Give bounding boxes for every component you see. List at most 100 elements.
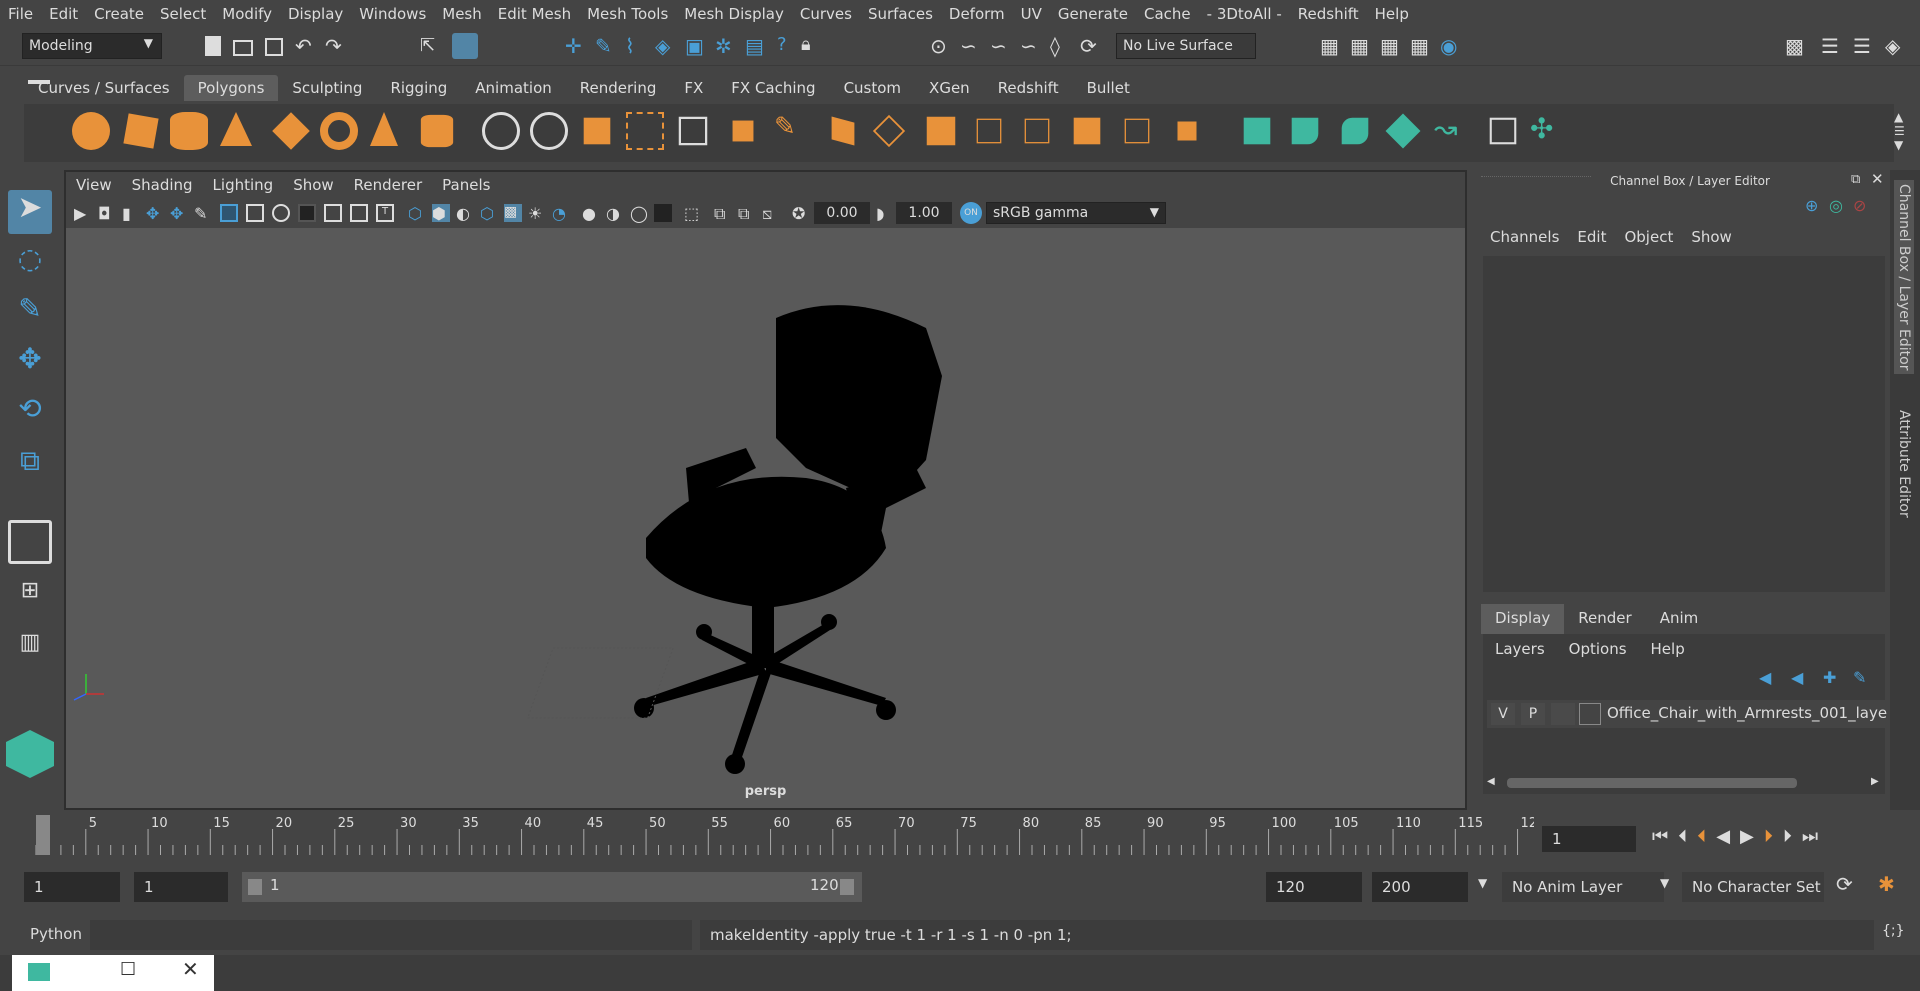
depth-of-field-icon[interactable] [654,204,672,222]
paint-select-icon[interactable]: ∽ [1020,34,1037,58]
remesh-icon[interactable] [732,120,754,142]
menu-item[interactable]: Create [86,5,152,23]
poly-cylinder-icon[interactable] [170,112,208,150]
shelf-tab[interactable]: Polygons [183,75,279,101]
char-set-chevron-icon[interactable]: ▼ [1660,876,1669,890]
hypershade-icon[interactable]: ◉ [1440,34,1457,58]
motion-blur-icon[interactable]: ◑ [606,204,624,223]
go-to-end-icon[interactable]: ⏭ [1802,826,1818,852]
play-forward-icon[interactable]: ▶ [1740,826,1754,852]
grease-pencil-icon[interactable]: ✎ [194,204,212,223]
menu-item[interactable]: Cache [1136,5,1199,23]
help-icon[interactable]: ? [777,34,787,55]
command-language[interactable]: Python [30,925,82,943]
modeling-toolkit-icon[interactable]: ▩ [1785,34,1804,58]
camera-icon[interactable]: ▶ [74,204,92,223]
menu-item[interactable]: Mesh Tools [579,5,676,23]
anim-layer-dropdown[interactable]: No Anim Layer [1502,872,1664,902]
mirror-icon[interactable] [583,117,611,145]
append-icon[interactable] [976,118,1002,144]
scroll-right-icon[interactable]: ▶ [1871,776,1879,787]
colorspace-dropdown[interactable]: sRGB gamma ▼ [986,202,1166,224]
poly-torus-icon[interactable] [320,112,358,150]
undo-icon[interactable]: ↶ [295,34,312,58]
maya-mini-icon[interactable] [28,963,50,981]
snap-point-icon[interactable]: ⌇ [625,34,635,58]
poly-sphere-icon[interactable] [72,112,110,150]
attribute-editor-side-tab[interactable]: Attribute Editor [1894,406,1914,522]
scene-end-field[interactable]: 200 [1372,872,1468,902]
layer-row[interactable]: V P Office_Chair_with_Armrests_001_laye [1487,700,1887,728]
color-management-icon[interactable]: ON [960,202,982,224]
image-plane-icon[interactable]: ✥ [146,204,164,223]
visibility-toggle[interactable]: V [1491,703,1515,725]
auto-key-icon[interactable]: ⟳ [1836,872,1853,896]
speed-icon[interactable]: ◎ [1829,196,1843,215]
menu-item[interactable]: Edit [41,5,86,23]
combine-icon[interactable] [482,112,520,150]
shelf-tab[interactable]: Curves / Surfaces [24,75,184,101]
open-scene-icon[interactable] [233,40,253,56]
magnet-icon[interactable]: ⊙ [930,34,947,58]
use-defaults-icon[interactable]: ⧅ [762,204,780,223]
poly-cone-icon[interactable] [220,112,252,146]
manipulator-icon[interactable]: ⊕ [1805,196,1818,215]
exposure-field[interactable]: 0.00 [814,202,870,224]
snap-vertex-icon[interactable]: ✲ [715,34,732,58]
select-object-icon[interactable] [452,33,478,59]
render-settings-icon[interactable]: ▦ [1410,34,1429,58]
layer-tab[interactable]: Anim [1646,604,1713,634]
restore-icon[interactable]: ☐ [120,959,136,980]
playback-end-field[interactable]: 120 [1266,872,1362,902]
viewport-menu-item[interactable]: Panels [432,176,500,194]
layer-menu-item[interactable]: Options [1557,640,1639,658]
viewport-menu-item[interactable]: Lighting [203,176,284,194]
menu-item[interactable]: UV [1013,5,1050,23]
resolution-gate-icon[interactable] [272,204,290,222]
shelf-scroll-icon[interactable]: ▲ ☰ ▼ [1894,110,1905,152]
xray-joints-icon[interactable]: ⧉ [714,204,732,223]
paint-select-tool-icon[interactable]: ✎ [8,292,52,336]
shelf-tab[interactable]: Redshift [984,75,1073,101]
viewport-menu-item[interactable]: Renderer [344,176,432,194]
menu-item[interactable]: Surfaces [860,5,941,23]
rotate-tool-icon[interactable]: ⟲ [8,392,52,436]
poly-plane-icon[interactable] [272,112,310,150]
anim-prefs-icon[interactable]: ✱ [1878,872,1895,896]
bridge-icon[interactable] [872,114,906,148]
bevel-icon[interactable] [926,116,956,146]
office-chair-model[interactable] [634,305,942,774]
script-editor-icon[interactable]: {;} [1882,923,1905,939]
lasso-tool-icon[interactable]: ◌ [8,242,52,286]
uv-unfold-icon[interactable]: ↝ [1434,112,1472,150]
playback-toggle[interactable]: P [1521,703,1545,725]
uv-cylindrical-icon[interactable] [1291,117,1319,145]
exposure-icon[interactable]: ✪ [792,204,810,223]
2d-pan-icon[interactable]: ✥ [170,204,188,223]
uv-layout-icon[interactable]: ✣ [1530,112,1568,150]
channel-box-icon[interactable]: ◈ [1885,34,1900,58]
menu-item[interactable]: Help [1367,5,1417,23]
snap-grid-icon[interactable]: ✛ [565,34,582,58]
menu-item[interactable]: Deform [941,5,1013,23]
channel-box-menu-item[interactable]: Object [1624,228,1683,252]
save-scene-icon[interactable] [265,38,283,56]
scene-canvas[interactable] [66,228,1465,808]
current-time-marker[interactable] [36,815,50,855]
time-slider[interactable]: 1510152025303540455055606570758085909510… [24,815,1537,855]
menu-item[interactable]: Curves [792,5,860,23]
menu-item[interactable]: Mesh Display [676,5,792,23]
scale-tool-icon[interactable]: ⧉ [8,444,52,488]
scroll-thumb[interactable] [1507,778,1797,788]
range-end-handle[interactable] [840,879,854,895]
ambient-occlusion-icon[interactable]: ● [582,204,600,223]
select-hierarchy-icon[interactable]: ⇱ [420,35,435,56]
select-tool-icon[interactable]: ➤ [8,190,52,234]
new-scene-icon[interactable] [205,36,221,56]
uv-planar-icon[interactable] [1243,117,1271,145]
layer-color-swatch[interactable] [1579,703,1601,725]
menu-item[interactable]: Modify [214,5,280,23]
offset-edge-icon[interactable] [1073,117,1101,145]
shelf-tab[interactable]: FX [670,75,717,101]
step-back-icon[interactable]: ⏴ [1678,826,1687,852]
